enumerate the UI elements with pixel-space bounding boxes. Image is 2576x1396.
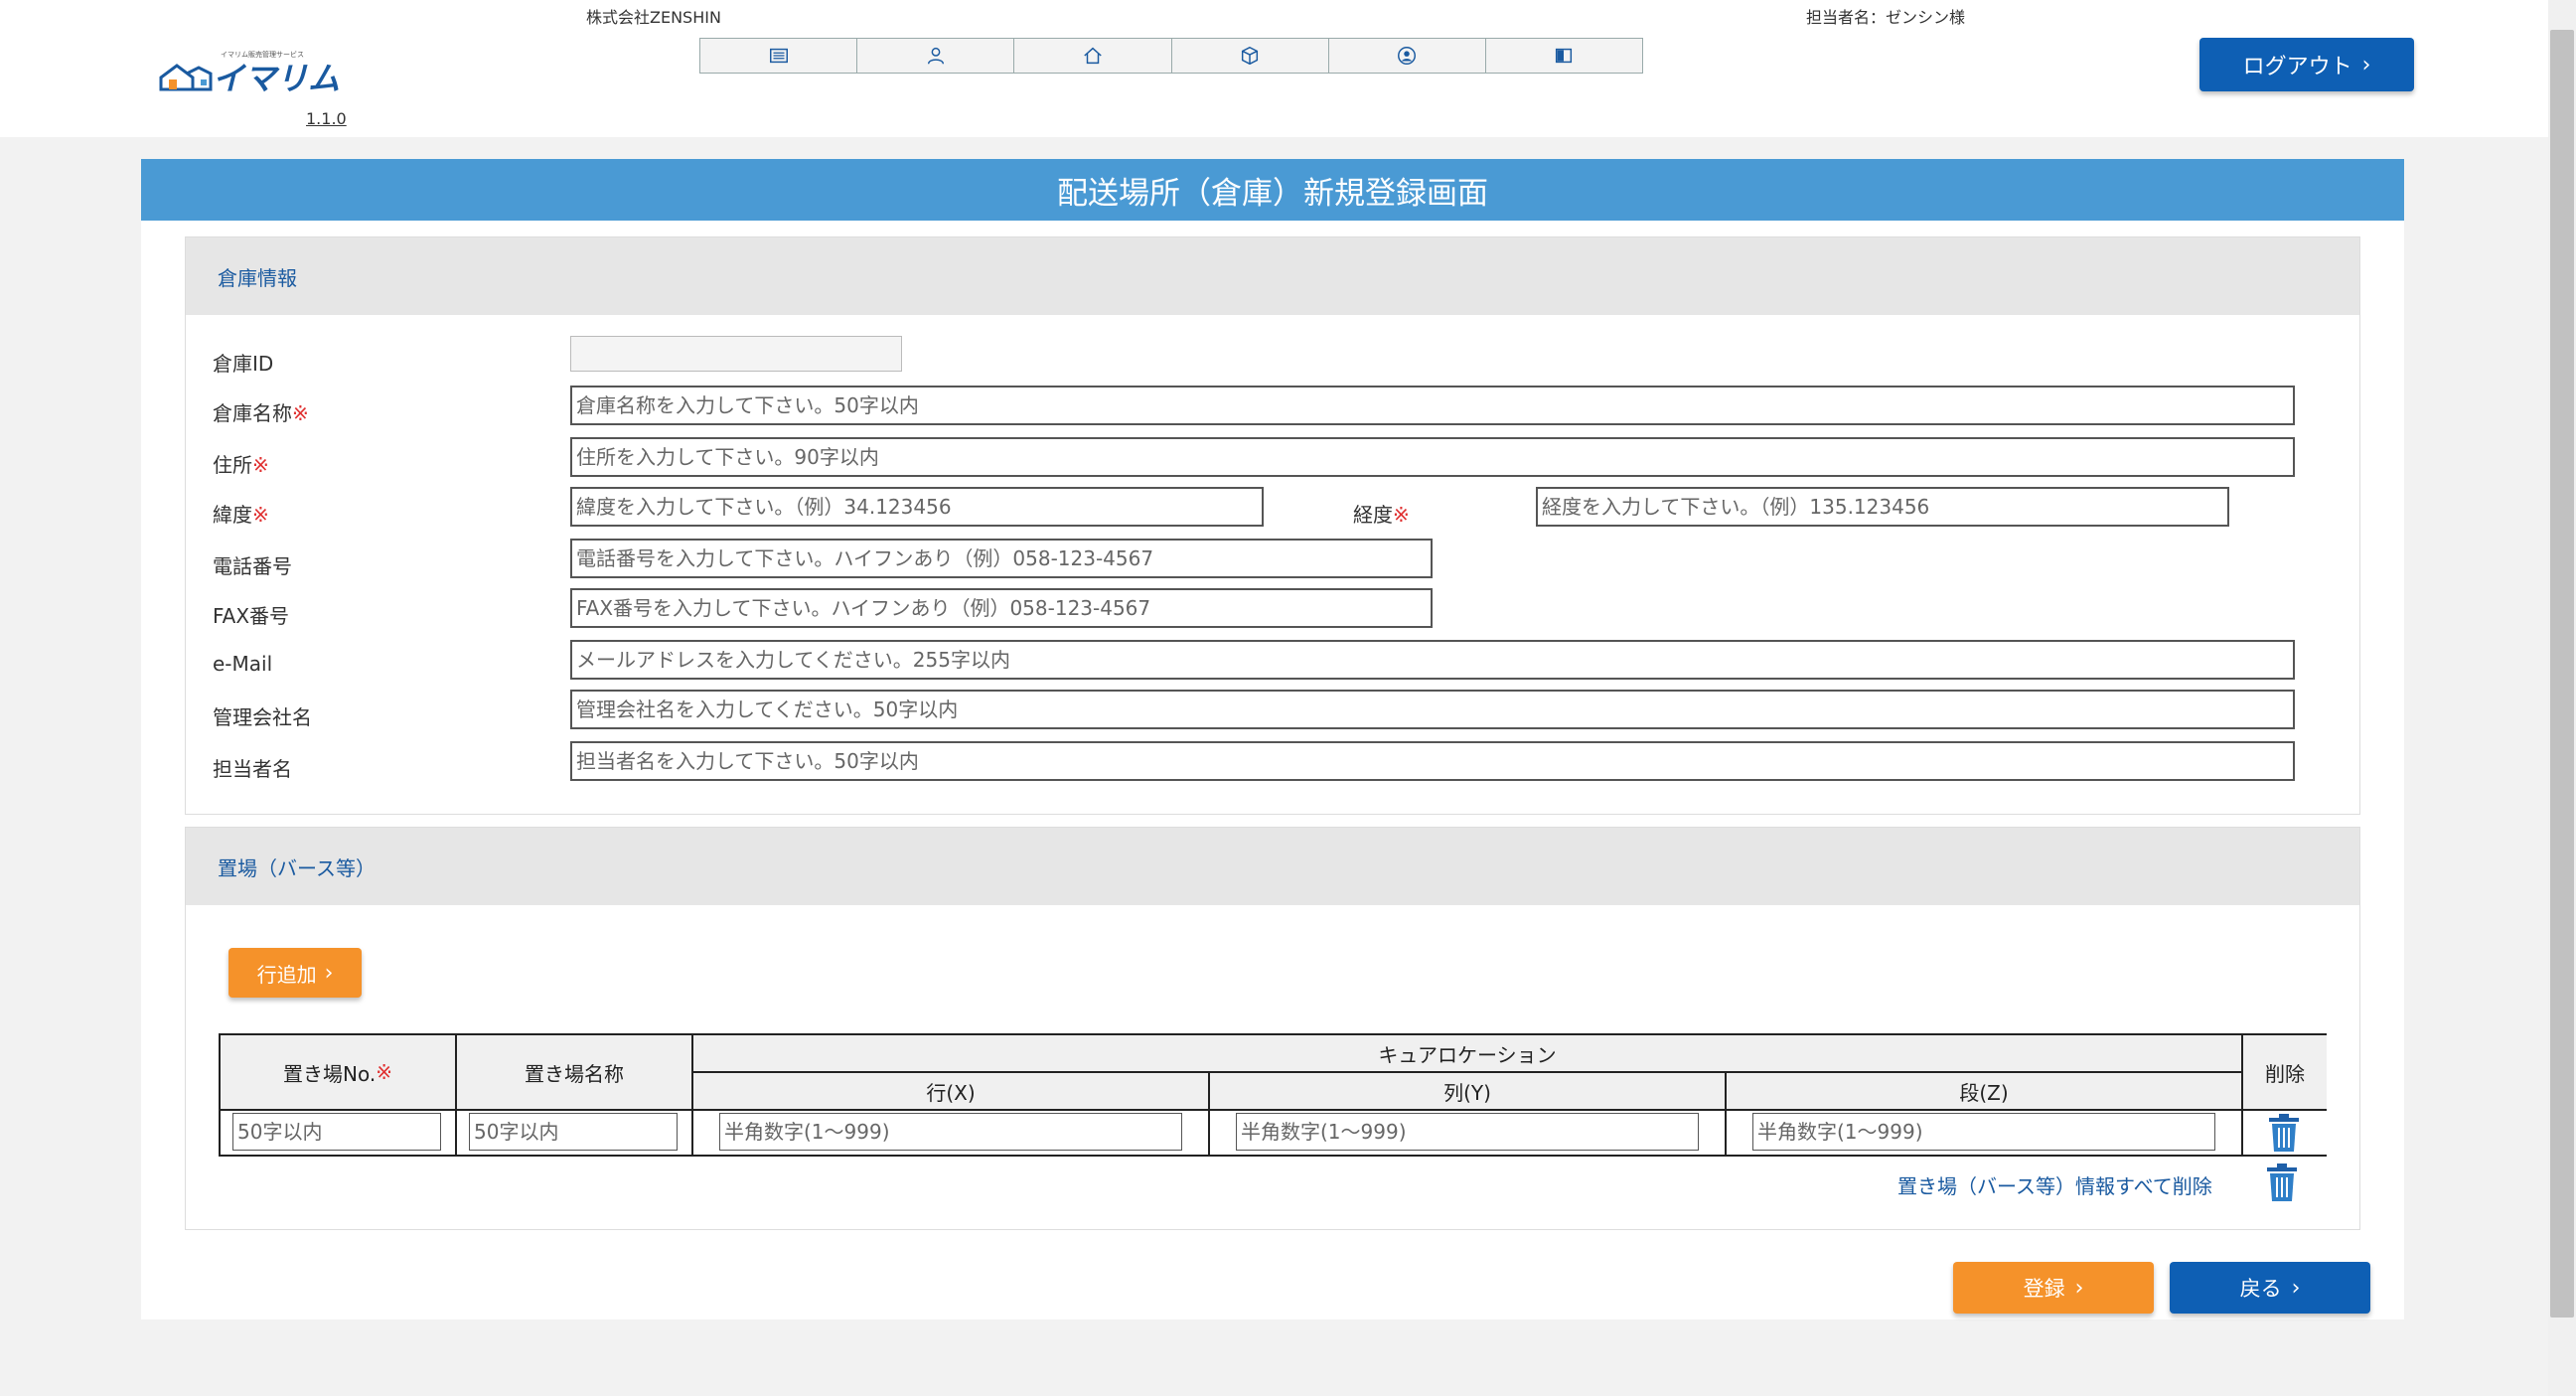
col-header-storage-name: 置き場名称 [457, 1035, 693, 1111]
nav-list-button[interactable] [700, 39, 858, 73]
user-name-label: 担当者名：ゼンシン様 [1806, 8, 1966, 27]
chevron-right-icon: › [2074, 1275, 2084, 1301]
back-label: 戻る [2239, 1277, 2282, 1301]
storage-name-input[interactable] [469, 1113, 678, 1151]
trash-icon[interactable] [2265, 1163, 2299, 1202]
address-label: 住所※ [213, 453, 269, 477]
register-button[interactable]: 登録 › [1953, 1262, 2154, 1314]
management-company-label: 管理会社名 [213, 705, 312, 729]
delete-all-storage-link[interactable]: 置き場（バース等）情報すべて削除 [1897, 1170, 2212, 1199]
chevron-right-icon: › [2361, 52, 2371, 78]
version-link[interactable]: 1.1.0 [306, 109, 347, 128]
warehouse-id-label: 倉庫ID [213, 352, 274, 376]
logo-text: イマリム [213, 60, 341, 97]
back-button[interactable]: 戻る › [2170, 1262, 2370, 1314]
longitude-label: 経度※ [1353, 503, 1410, 527]
longitude-input[interactable] [1536, 487, 2229, 527]
phone-label: 電話番号 [213, 554, 292, 578]
main-nav [699, 38, 1643, 74]
book-icon [1556, 48, 1573, 64]
location-level-input[interactable] [1752, 1113, 2215, 1151]
storage-table: 置き場No. ※ 置き場名称 キュアロケーション 行(X) 列(Y) 段(Z) 削… [219, 1033, 2327, 1157]
email-label: e-Mail [213, 652, 273, 676]
phone-input[interactable] [570, 539, 1433, 578]
location-row-input[interactable] [719, 1113, 1182, 1151]
warehouse-name-label: 倉庫名称※ [213, 401, 309, 425]
email-input[interactable] [570, 640, 2295, 680]
nav-user-button[interactable] [857, 39, 1015, 73]
fax-input[interactable] [570, 588, 1433, 628]
storage-no-input[interactable] [232, 1113, 441, 1151]
address-input[interactable] [570, 437, 2295, 477]
col-header-storage-no: 置き場No. ※ [221, 1035, 457, 1111]
logout-label: ログアウト [2242, 55, 2352, 79]
nav-box-button[interactable] [1171, 39, 1329, 73]
storage-section-title: 置場（バース等） [186, 828, 2359, 905]
warehouse-section-title: 倉庫情報 [186, 237, 2359, 315]
nav-book-button[interactable] [1485, 39, 1643, 73]
chevron-right-icon: › [2291, 1275, 2301, 1301]
col-header-row-x: 行(X) [693, 1073, 1210, 1111]
nav-home-button[interactable] [1014, 39, 1172, 73]
user-icon [927, 47, 944, 65]
home-icon [1084, 47, 1102, 65]
warehouse-name-input[interactable] [570, 386, 2295, 425]
list-icon [769, 48, 788, 64]
latitude-label: 緯度※ [213, 503, 269, 527]
logout-button[interactable]: ログアウト › [2199, 38, 2414, 91]
person-in-charge-input[interactable] [570, 741, 2295, 781]
trash-icon[interactable] [2267, 1113, 2301, 1153]
nav-account-button[interactable] [1328, 39, 1486, 73]
add-row-button[interactable]: 行追加 › [228, 948, 362, 998]
col-header-level-z: 段(Z) [1727, 1073, 2243, 1111]
account-circle-icon [1398, 47, 1417, 65]
col-header-location: キュアロケーション [693, 1035, 2243, 1073]
location-col-input[interactable] [1236, 1113, 1699, 1151]
warehouse-id-field [570, 336, 902, 372]
person-in-charge-label: 担当者名 [213, 757, 292, 781]
page-title: 配送場所（倉庫）新規登録画面 [141, 159, 2404, 221]
box-icon [1242, 46, 1259, 66]
management-company-input[interactable] [570, 690, 2295, 729]
latitude-input[interactable] [570, 487, 1264, 527]
col-header-col-y: 列(Y) [1210, 1073, 1727, 1111]
company-name: 株式会社ZENSHIN [586, 8, 721, 27]
scrollbar-thumb[interactable] [2550, 30, 2574, 1318]
fax-label: FAX番号 [213, 604, 290, 628]
col-header-delete: 削除 [2243, 1035, 2327, 1111]
chevron-right-icon: › [324, 960, 334, 986]
add-row-label: 行追加 [256, 962, 317, 987]
register-label: 登録 [2023, 1277, 2065, 1301]
app-header: イマリム販売管理サービス イマリム 1.1.0 株式会社ZENSHIN 担当者名… [0, 0, 2548, 137]
